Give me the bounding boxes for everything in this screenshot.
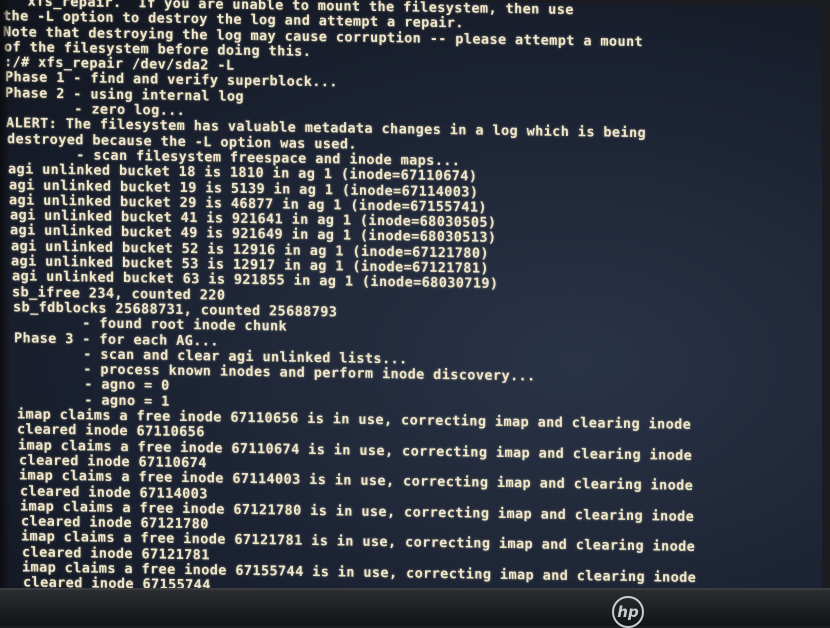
monitor-left-edge — [0, 0, 10, 624]
monitor-screen: xfs_repair. If you are unable to mount t… — [0, 0, 822, 605]
terminal-output[interactable]: xfs_repair. If you are unable to mount t… — [2, 0, 699, 605]
monitor-bezel — [0, 588, 830, 626]
hp-logo: hp — [612, 596, 644, 628]
